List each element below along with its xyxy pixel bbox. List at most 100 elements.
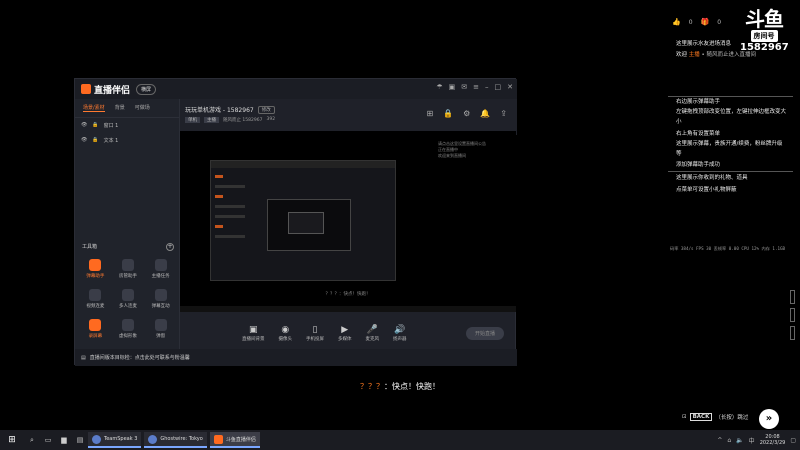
tool-room-manager[interactable]: 房管助手 [112,259,145,279]
clock[interactable]: 20:08 2022/3/29 [760,434,786,446]
phone-cast-button[interactable]: ▯ 手机投屏 [306,325,324,342]
file-explorer-icon[interactable]: ▆ [56,436,72,444]
tool-danmaku-helper[interactable]: 弹幕助手 [79,259,112,279]
speaker-button[interactable]: 🔊 扬声器 [393,325,407,342]
orientation-mode-button[interactable]: 横屏 [136,83,157,95]
viewer-count: 392 [266,117,276,122]
welcome-host: 主播 [688,52,700,58]
thumbs-up-icon[interactable]: 👍 [672,18,681,26]
video-link-icon [89,289,102,301]
eye-icon[interactable]: 👁 [81,137,87,144]
skin-icon[interactable]: ▣ [449,83,456,91]
notification-icon[interactable]: ▢ [790,437,796,444]
app-name: 直播伴侣 [94,85,131,96]
camera-icon: ◉ [281,324,290,335]
layer-item-text[interactable]: 👁 🔒 文本 1 [75,133,179,148]
popup-icon [154,319,167,331]
ghostwire-icon [148,434,158,444]
notice-text: 直播间版本目标检：点击此处可联系与粉温馨 [89,355,190,361]
share-icon[interactable]: ⇪ [500,109,507,118]
tab-misc[interactable]: 可做场 [135,104,150,112]
taskbar-app-ghostwire[interactable]: Ghostwire: Tokyo [144,432,207,448]
layer-item-window[interactable]: 👁 🔒 窗口 1 [75,118,179,133]
category-chip[interactable]: 单机 [185,117,200,123]
edit-title-button[interactable]: 修改 [257,105,275,114]
taskbar-app-douyu[interactable]: 斗鱼直播伴侣 [209,432,260,448]
controller-icon: ⊡ [682,414,687,420]
stream-header: 玩玩单机游戏 - 1582967 修改 单机 主播 随风而止 1582967 3… [181,99,517,135]
start-live-button[interactable]: 开始直播 [465,326,504,340]
mail-icon[interactable]: ✉ [461,83,467,91]
skip-hint-text: （长按）跳过 [715,415,749,421]
minimize-icon[interactable]: – [485,83,489,91]
back-key: BACK [689,413,713,421]
avatar-icon [121,319,134,331]
tool-avatar[interactable]: 虚拟形象 [112,319,145,339]
tool-multi-link[interactable]: 多人连麦 [112,289,145,309]
douyu-room-badge: 斗鱼 房间号 1582967 [740,7,789,54]
lock-icon[interactable]: 🔒 [92,122,98,129]
tool-danmaku-interact[interactable]: 弹幕互动 [144,289,177,309]
settings-icon[interactable]: ⚙ [463,109,470,118]
tool-host-task[interactable]: 主播任务 [144,259,177,279]
chat-divider-1 [668,96,793,97]
mic-button[interactable]: 🎤 麦克风 [366,325,380,342]
host-chip[interactable]: 主播 [204,117,219,123]
lock-icon[interactable]: 🔒 [443,109,453,118]
camera-button[interactable]: ◉ 摄像头 [279,325,293,342]
streaming-app-window: 直播伴侣 横屏 ☂ ▣ ✉ ≡ – □ ✕ 场景/素材 背景 可做场 👁 🔒 窗… [74,78,517,366]
task-icon [154,259,167,271]
tool-popup[interactable]: 弹窗 [144,319,177,339]
game-subtitle: ？？？：快点！快跑！ [0,381,800,392]
tab-scenes[interactable]: 场景/素材 [83,104,105,112]
interact-icon [154,289,167,301]
room-label: 房间号 [750,30,778,42]
windows-start-icon[interactable]: ⊞ [0,435,24,445]
chat-line-2: 右边展示弹幕助手 [676,99,721,105]
store-icon[interactable]: ▤ [72,436,88,444]
chat-line-7: 等 [676,151,682,157]
douyu-logo: 斗鱼 [745,7,784,31]
chat-line-0: 这里展示水友进场消息 [676,41,732,47]
stream-meta: 单机 主播 随风而止 1582967 392 [185,117,275,123]
source-controls: ▣ 直播间背景 ◉ 摄像头 ▯ 手机投屏 ▶ 多媒体 🎤 麦克风 🔊 扬声器 开始直播 [180,319,516,347]
volume-icon[interactable]: 🔈 [736,437,743,444]
maximize-icon[interactable]: □ [495,83,502,91]
skip-button[interactable]: » [759,409,779,429]
bell-icon[interactable]: 🔔 [480,109,490,118]
background-icon: ▣ [248,324,258,335]
gift-icon[interactable]: 🎁 [701,18,710,26]
layer-label: 窗口 1 [103,123,119,129]
toolbox-header: 工具箱 + [82,243,174,251]
taskbar-app-teamspeak[interactable]: TeamSpeak 3 [88,432,142,448]
search-icon[interactable]: ⌕ [24,436,40,445]
tray-expand-icon[interactable]: ^ [717,437,722,444]
network-icon[interactable]: ⌂ [727,437,731,444]
layer-label: 文本 1 [103,138,119,144]
right-scroll-controls[interactable] [790,290,796,360]
stream-preview[interactable]: 请点击这里设置直播间公告 正在直播中 欢迎来到直播间 ？？？：快点！快跑！ [180,131,516,312]
tab-background[interactable]: 背景 [115,104,125,112]
welcome-prefix: 欢迎 [676,52,688,58]
close-icon[interactable]: ✕ [507,83,513,91]
media-button[interactable]: ▶ 多媒体 [338,325,352,342]
add-tool-icon[interactable]: + [166,243,174,251]
record-icon [89,319,102,331]
lock-icon[interactable]: 🔒 [92,137,98,144]
system-tray: ^ ⌂ 🔈 中 20:08 2022/3/29 ▢ [717,434,800,446]
tool-screen-record[interactable]: 录屏幕 [79,319,112,339]
ime-icon[interactable]: 中 [749,436,755,445]
teamspeak-icon [92,434,101,444]
header-icons: ⊞ 🔒 ⚙ 🔔 ⇪ [426,109,507,118]
tool-video-link[interactable]: 视频连麦 [79,289,112,309]
multi-user-icon [121,289,134,301]
sidebar-tabs: 场景/素材 背景 可做场 [75,99,179,118]
grid-icon[interactable]: ⊞ [426,109,433,118]
notice-bar[interactable]: ▤ 直播间版本目标检：点击此处可联系与粉温馨 [75,349,517,366]
umbrella-icon[interactable]: ☂ [436,83,442,91]
task-view-icon[interactable]: ▭ [40,436,56,444]
menu-icon[interactable]: ≡ [473,83,479,91]
speaker-name: ？？？ [360,382,384,391]
eye-icon[interactable]: 👁 [81,122,87,129]
bg-button[interactable]: ▣ 直播间背景 [242,325,265,342]
